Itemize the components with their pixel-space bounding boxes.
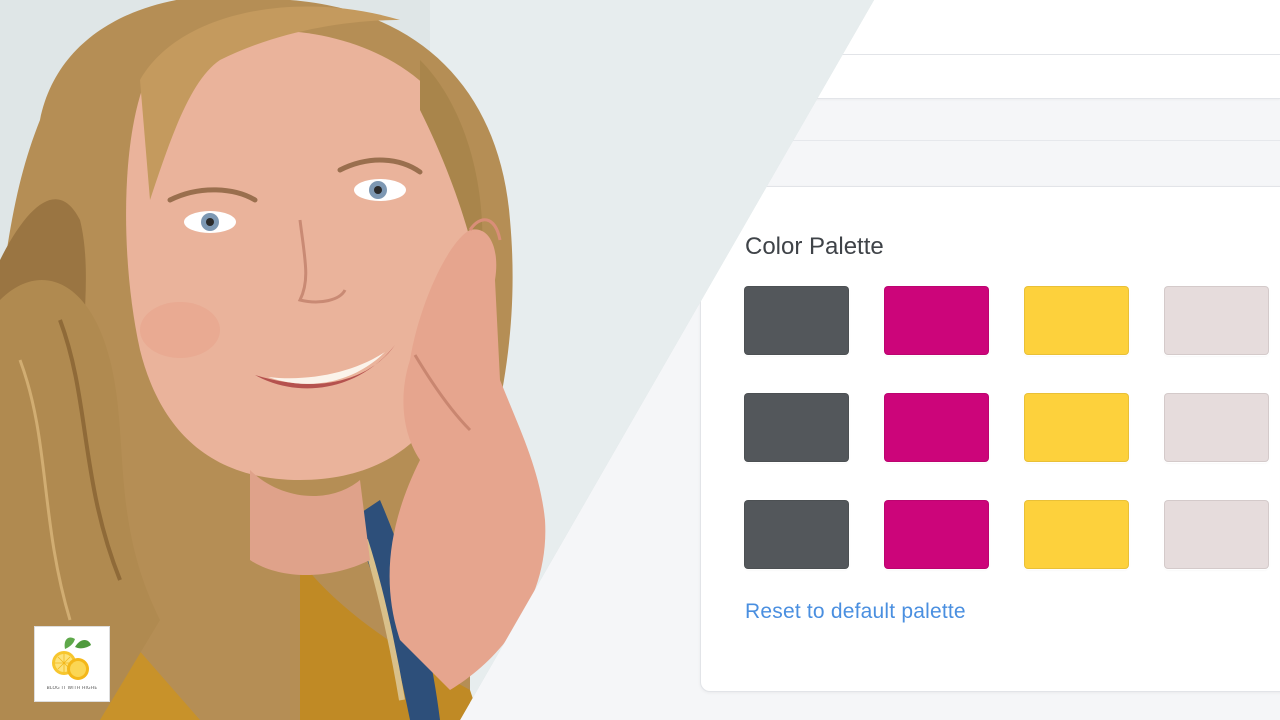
lemon-logo-icon [52, 637, 91, 680]
color-swatch[interactable] [744, 500, 849, 569]
color-swatch[interactable] [1164, 286, 1269, 355]
logo-caption: BLOG IT WITH HIGHE [46, 686, 98, 691]
reset-palette-link[interactable]: Reset to default palette [745, 600, 966, 624]
color-palette-title: Color Palette [745, 233, 884, 260]
color-swatch-grid [744, 286, 1269, 569]
color-swatch[interactable] [1164, 500, 1269, 569]
color-palette-card: Color Palette Reset to default palette [700, 186, 1280, 692]
color-swatch[interactable] [884, 286, 989, 355]
color-swatch[interactable] [884, 393, 989, 462]
color-swatch[interactable] [1024, 286, 1129, 355]
color-swatch[interactable] [1024, 500, 1129, 569]
color-swatch[interactable] [744, 286, 849, 355]
color-swatch[interactable] [1024, 393, 1129, 462]
color-swatch[interactable] [884, 500, 989, 569]
brand-logo: BLOG IT WITH HIGHE [34, 626, 110, 702]
color-swatch[interactable] [1164, 393, 1269, 462]
color-swatch[interactable] [744, 393, 849, 462]
